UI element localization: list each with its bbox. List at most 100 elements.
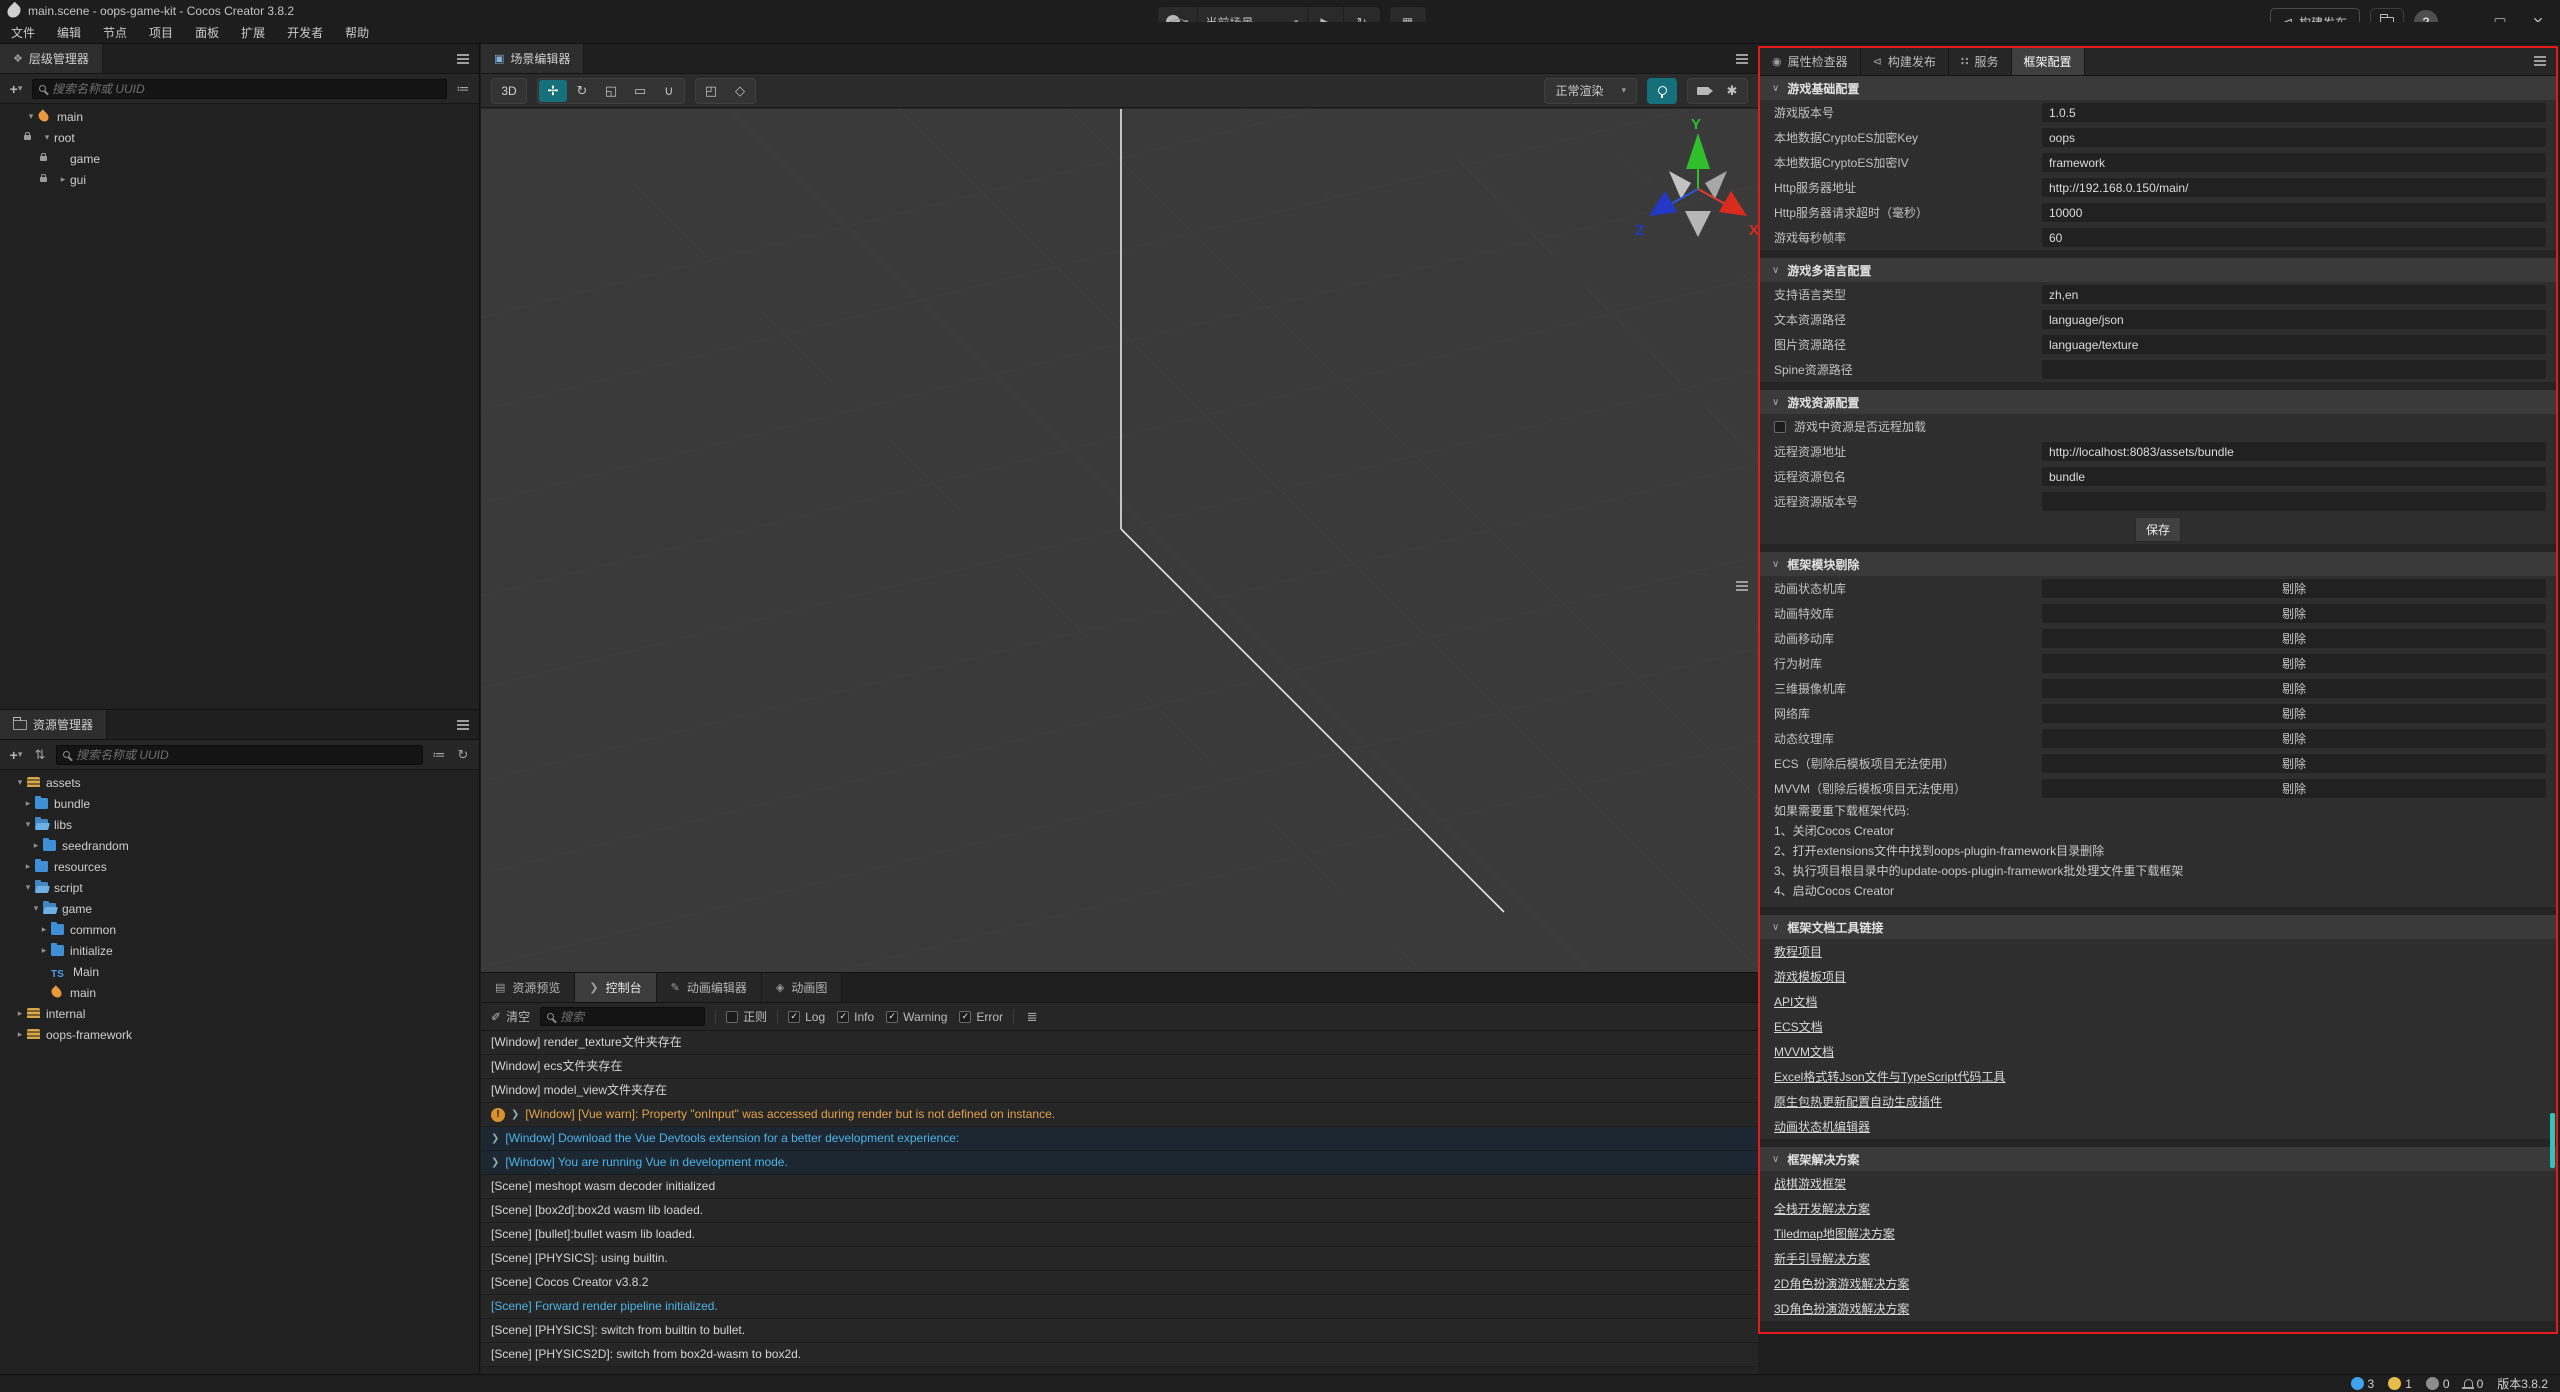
move-tool-button[interactable]: ✢ <box>539 80 567 102</box>
tree-row[interactable]: oops-framework <box>0 1024 479 1045</box>
tree-row[interactable]: libs <box>0 814 479 835</box>
menu-item[interactable]: 编辑 <box>46 22 92 44</box>
tree-caret-icon[interactable] <box>24 111 38 122</box>
tree-caret-icon[interactable] <box>21 882 35 893</box>
scene-menu-icon[interactable] <box>1736 58 1748 60</box>
tab-assets[interactable]: 资源管理器 <box>0 710 107 739</box>
tree-row[interactable]: main <box>0 982 479 1003</box>
inspector-panel-tab[interactable]: 框架配置 <box>2012 48 2085 75</box>
lighting-toggle-button[interactable] <box>1647 78 1677 104</box>
doc-link[interactable]: MVVM文档 <box>1774 1043 1834 1060</box>
pivot-tool-button[interactable]: ◇ <box>726 80 754 102</box>
scene-settings-button[interactable]: ✱ <box>1718 80 1746 102</box>
inspector-panel-tab[interactable]: 构建发布 <box>1861 48 1949 75</box>
section-header[interactable]: ∨ 游戏资源配置 <box>1760 390 2556 414</box>
tree-caret-icon[interactable] <box>56 174 70 185</box>
console-tab[interactable]: 控制台 <box>575 973 656 1002</box>
remove-module-button[interactable]: 剔除 <box>2042 604 2546 623</box>
doc-link[interactable]: Excel格式转Json文件与TypeScript代码工具 <box>1774 1068 2005 1085</box>
tree-row[interactable]: initialize <box>0 940 479 961</box>
hierarchy-search[interactable] <box>32 79 447 99</box>
add-node-button[interactable]: +▾ <box>8 81 24 97</box>
gizmo-tool-button[interactable]: ∪ <box>655 80 683 102</box>
property-input[interactable] <box>2042 128 2546 147</box>
section-header[interactable]: ∨ 游戏基础配置 <box>1760 76 2556 100</box>
remove-module-button[interactable]: 剔除 <box>2042 779 2546 798</box>
section-header[interactable]: ∨ 框架解决方案 <box>1760 1147 2556 1171</box>
console-log-line[interactable]: ! ❯ [Window] render_texture文件夹存在 <box>481 1031 1758 1055</box>
console-log-line[interactable]: ! ❯ [Scene] meshopt wasm decoder initial… <box>481 1175 1758 1199</box>
tree-caret-icon[interactable] <box>21 798 35 809</box>
console-log-line[interactable]: ! ❯ [Scene] [box2d]:box2d wasm lib loade… <box>481 1199 1758 1223</box>
expand-caret-icon[interactable]: ❯ <box>511 1103 519 1126</box>
tree-caret-icon[interactable] <box>40 132 54 143</box>
tree-row[interactable]: root <box>0 127 479 148</box>
tree-caret-icon[interactable] <box>21 819 35 830</box>
add-asset-button[interactable]: +▾ <box>8 747 24 763</box>
tree-caret-icon[interactable] <box>37 945 51 956</box>
menu-item[interactable]: 扩展 <box>230 22 276 44</box>
console-log-line[interactable]: ! ❯ [Window] Download the Vue Devtools e… <box>481 1127 1758 1151</box>
save-button[interactable]: 保存 <box>2135 517 2181 542</box>
tree-row[interactable]: resources <box>0 856 479 877</box>
hierarchy-filter-icon[interactable]: ≔ <box>455 81 471 97</box>
console-tab[interactable]: 动画图 <box>762 973 842 1002</box>
remote-load-checkbox[interactable]: 游戏中资源是否远程加载 <box>1760 414 2556 439</box>
tree-row[interactable]: gui <box>0 169 479 190</box>
property-input[interactable] <box>2042 178 2546 197</box>
tree-row[interactable]: Main <box>0 961 479 982</box>
solution-link[interactable]: 新手引导解决方案 <box>1774 1250 1870 1267</box>
console-log-line[interactable]: ! ❯ [Scene] [PHYSICS]: using builtin. <box>481 1247 1758 1271</box>
property-input[interactable] <box>2042 153 2546 172</box>
orientation-gizmo[interactable]: Y X Z <box>1633 117 1758 251</box>
tree-row[interactable]: bundle <box>0 793 479 814</box>
tree-caret-icon[interactable] <box>21 861 35 872</box>
remove-module-button[interactable]: 剔除 <box>2042 579 2546 598</box>
menu-item[interactable]: 文件 <box>0 22 46 44</box>
section-header[interactable]: ∨ 框架模块剔除 <box>1760 552 2556 576</box>
console-log-line[interactable]: ! ❯ [Window] ecs文件夹存在 <box>481 1055 1758 1079</box>
log-filter-checkbox[interactable]: Info <box>837 1010 874 1024</box>
console-search[interactable] <box>540 1007 705 1026</box>
assets-search[interactable] <box>56 745 423 765</box>
doc-link[interactable]: 动画状态机编辑器 <box>1774 1118 1870 1135</box>
hierarchy-menu-icon[interactable] <box>457 58 469 60</box>
tab-scene-editor[interactable]: ▣ 场景编辑器 <box>481 44 584 73</box>
sort-assets-icon[interactable]: ⇅ <box>32 747 48 763</box>
tree-caret-icon[interactable] <box>13 777 27 788</box>
console-log-line[interactable]: ! ❯ [Scene] [bullet]:bullet wasm lib loa… <box>481 1223 1758 1247</box>
console-log-line[interactable]: ! ❯ [Scene] Forward render pipeline init… <box>481 1295 1758 1319</box>
remove-module-button[interactable]: 剔除 <box>2042 729 2546 748</box>
solution-link[interactable]: Tiledmap地图解决方案 <box>1774 1225 1895 1242</box>
refresh-assets-icon[interactable]: ↻ <box>455 747 471 763</box>
menu-item[interactable]: 帮助 <box>334 22 380 44</box>
console-log-line[interactable]: ! ❯ [Window] You are running Vue in deve… <box>481 1151 1758 1175</box>
anchor-tool-button[interactable]: ◰ <box>697 80 725 102</box>
notification-bell[interactable]: 0 <box>2464 1377 2484 1391</box>
inspector-panel-tab[interactable]: 属性检查器 <box>1760 48 1861 75</box>
log-filter-checkbox[interactable]: Warning <box>886 1010 947 1024</box>
status-count-badge[interactable]: 1 <box>2388 1377 2412 1391</box>
expand-caret-icon[interactable]: ❯ <box>491 1151 499 1174</box>
tree-row[interactable]: assets <box>0 772 479 793</box>
tab-hierarchy[interactable]: ❖ 层级管理器 <box>0 44 103 73</box>
tree-row[interactable]: internal <box>0 1003 479 1024</box>
property-input[interactable] <box>2042 467 2546 486</box>
remove-module-button[interactable]: 剔除 <box>2042 754 2546 773</box>
property-input[interactable] <box>2042 492 2546 511</box>
solution-link[interactable]: 战棋游戏框架 <box>1774 1175 1846 1192</box>
status-count-badge[interactable]: 3 <box>2351 1377 2375 1391</box>
property-input[interactable] <box>2042 228 2546 247</box>
scene-viewport[interactable]: Y X Z <box>481 109 1758 972</box>
panel-menu-icon[interactable] <box>2534 60 2546 62</box>
inspector-panel-tab[interactable]: 服务 <box>1949 48 2012 75</box>
remove-module-button[interactable]: 剔除 <box>2042 704 2546 723</box>
tree-row[interactable]: game <box>0 898 479 919</box>
rect-tool-button[interactable]: ▭ <box>626 80 654 102</box>
section-header[interactable]: ∨ 游戏多语言配置 <box>1760 258 2556 282</box>
doc-link[interactable]: 游戏模板项目 <box>1774 968 1846 985</box>
tree-row[interactable]: script <box>0 877 479 898</box>
property-input[interactable] <box>2042 203 2546 222</box>
toggle-3d-button[interactable]: 3D <box>491 78 527 104</box>
console-search-input[interactable] <box>560 1010 698 1024</box>
